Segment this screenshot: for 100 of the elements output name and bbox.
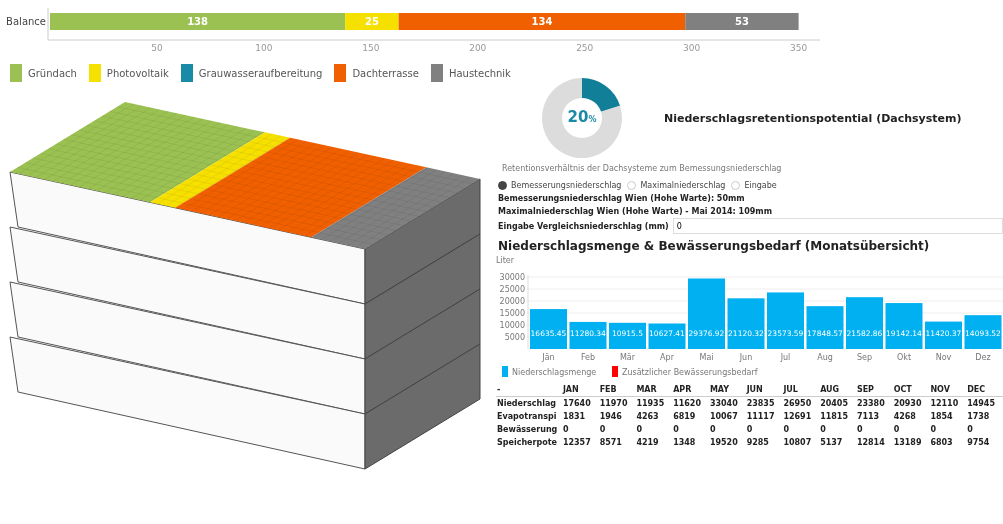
table-cell-text: 0 [745, 424, 754, 436]
column-header: SEP [855, 383, 893, 397]
bar [767, 292, 804, 349]
table-cell-text: 0 [708, 424, 717, 436]
table-cell: 33040 [708, 396, 746, 410]
table-cell-text: 0 [819, 424, 827, 436]
table-cell: 11620 [672, 396, 709, 410]
table-cell-text: 0 [561, 424, 570, 436]
input-label: Eingabe Vergleichsniederschlag (mm) [497, 220, 669, 233]
table-cell-text: 10067 [708, 411, 739, 423]
info-text: Maximalniederschlag Wien (Hohe Warte) - Mai 2014: 109mm [497, 206, 773, 218]
caption: Retentionsverhältnis der Dachsysteme zum Bemessungsniederschlag [501, 163, 783, 173]
bar [569, 321, 607, 349]
table-cell-text: 0 [966, 424, 974, 436]
column-header: FEB [598, 383, 636, 397]
table-cell-text: 6803 [929, 437, 954, 449]
tick-label: 150 [362, 43, 380, 53]
tick-label: Jul [780, 353, 791, 362]
table-cell-text: 6819 [672, 411, 697, 423]
table-cell-text: 12357 [561, 437, 592, 449]
table-cell-text: 1738 [966, 411, 991, 423]
table-cell-text: 4263 [635, 411, 660, 423]
table-cell: 11970 [598, 396, 636, 410]
table-cell: 26950 [782, 396, 820, 410]
table-cell-text: 0 [855, 424, 864, 436]
bar [648, 323, 686, 349]
tick-label: Jun [739, 353, 753, 362]
tick-label: Feb [580, 353, 596, 362]
table-cell-text: 0 [598, 424, 607, 436]
input-field[interactable]: 0 [672, 218, 1003, 234]
table-cell-text: 1348 [672, 437, 697, 449]
table-cell: 23835 [745, 396, 783, 410]
tick-label: 5000 [504, 333, 525, 342]
tick-label: 50 [151, 43, 163, 53]
tick-label: Nov [935, 353, 952, 362]
radio-option[interactable]: Bemesserungsniederschlag [498, 181, 622, 190]
table-cell-text: 5137 [819, 437, 844, 449]
axis-label: Balance [6, 16, 46, 27]
legend-label: Niederschlagsmenge [512, 368, 597, 377]
section-title: Niederschlagsretentionspotential (Dachsystem) [664, 111, 962, 125]
table-cell: 12110 [929, 396, 967, 410]
tick-label: 250 [576, 43, 594, 53]
table-cell-text: 0 [672, 424, 680, 436]
table-cell: 14945 [966, 396, 1003, 410]
column-header: MAY [708, 383, 746, 397]
bar [530, 309, 567, 349]
table-cell-text: 12814 [855, 437, 886, 449]
table-cell-text: 1854 [929, 411, 954, 423]
table-cell-text: 11815 [819, 411, 849, 423]
column-header: MAR [635, 383, 673, 397]
table-cell-text: 19520 [708, 437, 739, 449]
tick-label: 100 [255, 43, 273, 53]
table-cell-text: 8571 [598, 437, 623, 449]
table-cell-text: 9285 [745, 437, 770, 449]
tick-label: 10000 [499, 321, 525, 330]
table-cell-text: 13189 [892, 437, 923, 449]
table-cell-text: 0 [782, 424, 790, 436]
column-header: NOV [929, 383, 967, 397]
table-cell-text: Evapotranspi [496, 411, 558, 423]
bar [688, 278, 725, 349]
column-header: AUG [819, 383, 856, 397]
tick-label: 30000 [499, 273, 525, 282]
table-cell-text: 1831 [561, 411, 587, 423]
gauge-value: 20% [566, 108, 598, 128]
table-cell: Niederschlag [496, 396, 562, 410]
tick-label: Mär [619, 353, 636, 362]
table-cell-text: 7113 [855, 411, 881, 423]
table-cell: 17640 [561, 396, 599, 410]
column-header: JUL [782, 383, 820, 397]
column-header: DEC [966, 383, 1003, 397]
radio-option[interactable]: Maximalniederschlag [627, 181, 726, 190]
bar [846, 297, 883, 349]
table-cell: 11935 [635, 396, 673, 410]
info-text: Bemesserungsniederschlag Wien (Hohe Warte): 50mm [497, 193, 746, 205]
table-cell: 20405 [819, 396, 856, 410]
bar-value: 138 [187, 16, 208, 27]
tick-label: 200 [469, 43, 487, 53]
axis-title: Liter [496, 256, 515, 265]
section-title: Niederschlagsmenge & Bewässerungsbedarf (Monatsübersicht) [497, 238, 931, 253]
column-header: JUN [745, 383, 783, 397]
tick-label: 350 [790, 43, 808, 53]
bar [727, 298, 765, 349]
tick-label: Aug [817, 353, 833, 362]
table-cell: 20930 [892, 396, 930, 410]
table-cell-text: 0 [929, 424, 937, 436]
tick-label: Dez [975, 353, 991, 362]
bar [609, 322, 646, 349]
column-header: APR [672, 383, 709, 397]
bar [925, 321, 962, 349]
tick-label: 20000 [499, 297, 525, 306]
table-cell-text: 10807 [782, 437, 813, 449]
legend-label: Photovoltaik [106, 67, 169, 79]
bar-value: 134 [531, 16, 553, 27]
table-cell-text: 0 [892, 424, 901, 436]
bar [964, 315, 1002, 349]
bar-value: 25 [364, 16, 379, 27]
legend-label: Grauwasseraufbereitung [198, 67, 323, 79]
tick-label: Mai [699, 353, 714, 362]
radio-option[interactable]: Eingabe [731, 181, 777, 190]
tick-label: 15000 [499, 309, 525, 318]
